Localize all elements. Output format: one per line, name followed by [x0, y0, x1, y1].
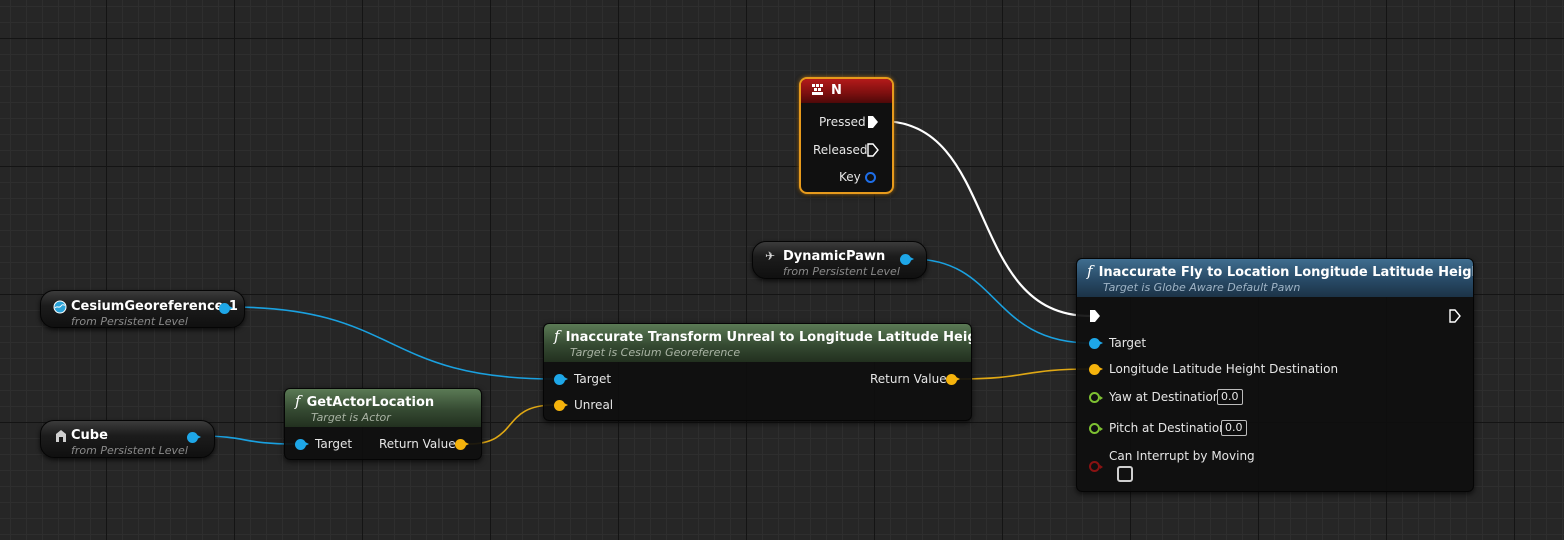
cube-title: Cube [71, 428, 108, 443]
dynamic-pawn-out-pin[interactable] [900, 254, 914, 265]
cube-node[interactable]: Cube from Persistent Level [40, 420, 215, 458]
fly-to-yaw-pin[interactable] [1089, 392, 1103, 403]
transform-unreal-label: Unreal [574, 398, 614, 412]
released-label: Released [813, 143, 868, 157]
fly-to-title: Inaccurate Fly to Location Longitude Lat… [1098, 265, 1474, 280]
get-actor-location-title: GetActorLocation [306, 395, 435, 410]
pressed-exec-pin[interactable] [867, 115, 879, 129]
can-interrupt-checkbox[interactable] [1117, 466, 1133, 482]
fly-to-interrupt-label: Can Interrupt by Moving [1109, 449, 1255, 463]
released-exec-pin[interactable] [867, 143, 879, 157]
dynamic-pawn-sub: from Persistent Level [783, 265, 900, 278]
function-icon: f [295, 392, 301, 410]
fly-to-yaw-label: Yaw at Destination [1109, 390, 1221, 404]
cesium-georeference-out-pin[interactable] [219, 303, 233, 314]
fly-to-lla-node[interactable]: f Inaccurate Fly to Location Longitude La… [1076, 258, 1474, 492]
fly-to-target-pin[interactable] [1089, 338, 1103, 349]
fly-to-subtitle: Target is Globe Aware Default Pawn [1103, 281, 1301, 294]
cube-out-pin[interactable] [187, 432, 201, 443]
key-event-title: N [831, 83, 842, 98]
cesium-target-wire [229, 306, 555, 380]
fly-to-pitch-label: Pitch at Destination [1109, 421, 1227, 435]
globe-icon [53, 300, 67, 314]
dynamic-pawn-node[interactable]: ✈ DynamicPawn from Persistent Level [752, 241, 927, 279]
fly-to-pitch-pin[interactable] [1089, 423, 1103, 434]
transform-unreal-pin[interactable] [554, 400, 568, 411]
key-event-header: N [801, 79, 892, 103]
key-event-node[interactable]: N Pressed Released Key [799, 77, 894, 194]
key-label: Key [839, 170, 861, 184]
fly-to-exec-out-pin[interactable] [1449, 309, 1461, 323]
transform-return-label: Return Value [870, 372, 947, 386]
fly-to-destination-label: Longitude Latitude Height Destination [1109, 362, 1339, 376]
fly-to-header: f Inaccurate Fly to Location Longitude La… [1077, 259, 1473, 297]
pitch-value-field[interactable]: 0.0 [1221, 420, 1247, 436]
transform-target-label: Target [574, 372, 612, 386]
lla-destination-wire [957, 368, 1092, 380]
fly-to-exec-in-pin[interactable] [1089, 309, 1101, 323]
get-actor-location-node[interactable]: f GetActorLocation Target is Actor Target… [284, 388, 482, 460]
cesium-georeference-sub: from Persistent Level [71, 315, 188, 328]
transform-target-pin[interactable] [554, 374, 568, 385]
fly-to-target-label: Target [1109, 336, 1147, 350]
transform-header: f Inaccurate Transform Unreal to Longitud… [544, 324, 971, 362]
transform-return-pin[interactable] [946, 374, 960, 385]
get-actor-location-target-label: Target [315, 437, 353, 451]
get-actor-location-target-pin[interactable] [295, 439, 309, 450]
pawn-icon: ✈ [765, 249, 776, 263]
cesium-georeference-node[interactable]: CesiumGeoreference-1 from Persistent Lev… [40, 290, 245, 328]
static-mesh-icon [56, 430, 66, 442]
fly-to-interrupt-pin[interactable] [1089, 461, 1103, 472]
yaw-value-field[interactable]: 0.0 [1217, 389, 1243, 405]
transform-title: Inaccurate Transform Unreal to Longitude… [565, 330, 972, 345]
transform-subtitle: Target is Cesium Georeference [570, 346, 741, 359]
function-icon: f [1087, 262, 1093, 280]
dynamic-pawn-title: DynamicPawn [783, 249, 886, 264]
keyboard-key-icon [812, 84, 823, 95]
get-actor-location-return-label: Return Value [379, 437, 456, 451]
transform-unreal-to-lla-node[interactable]: f Inaccurate Transform Unreal to Longitud… [543, 323, 972, 421]
get-actor-location-header: f GetActorLocation Target is Actor [285, 389, 481, 427]
get-actor-location-return-pin[interactable] [455, 439, 469, 450]
fly-to-destination-pin[interactable] [1089, 364, 1103, 375]
cesium-georeference-title: CesiumGeoreference-1 [71, 299, 238, 314]
cube-sub: from Persistent Level [71, 444, 188, 457]
pressed-label: Pressed [819, 115, 866, 129]
exec-wire [880, 119, 1091, 318]
key-struct-pin[interactable] [865, 172, 876, 183]
function-icon: f [554, 327, 560, 345]
get-actor-location-subtitle: Target is Actor [311, 411, 391, 424]
